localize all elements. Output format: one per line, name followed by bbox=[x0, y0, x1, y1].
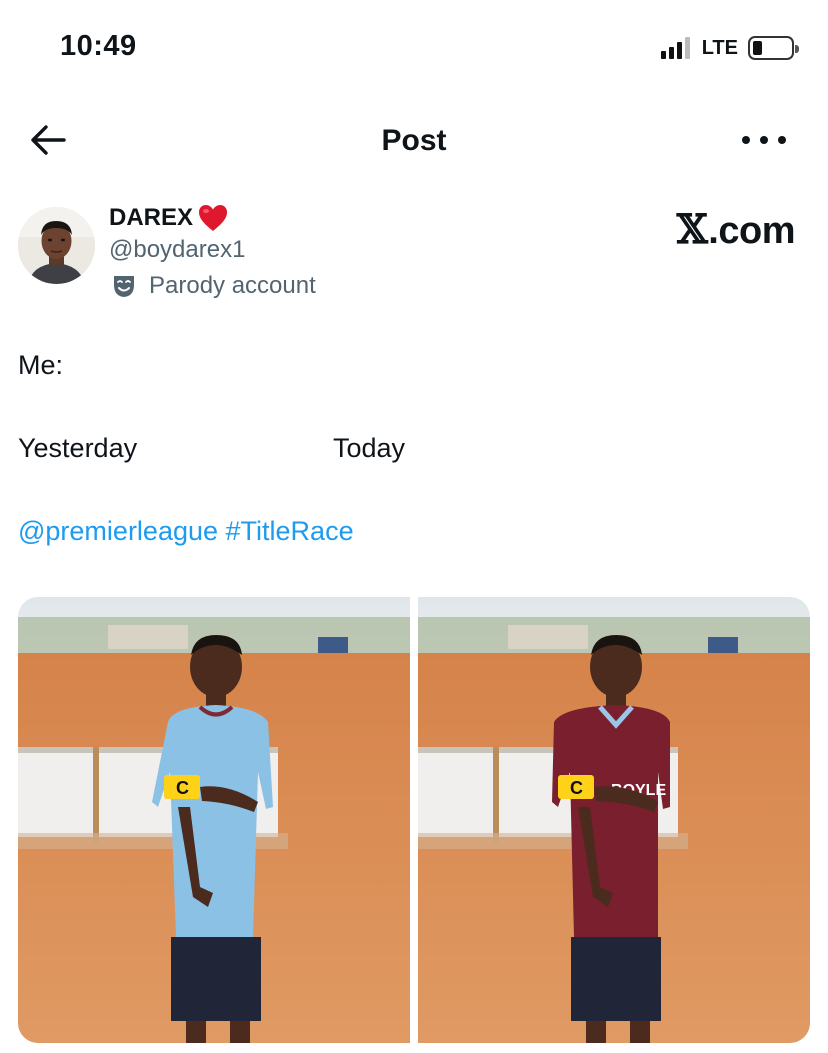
svg-text:C: C bbox=[176, 778, 189, 798]
network-label: LTE bbox=[701, 36, 738, 59]
status-bar: 10:49 LTE bbox=[0, 0, 828, 100]
page-title: Post bbox=[381, 124, 447, 157]
avatar[interactable] bbox=[18, 207, 95, 284]
ellipsis-icon[interactable] bbox=[742, 128, 786, 152]
x-com-watermark: 𝕏 .com bbox=[676, 206, 796, 253]
hashtag-link[interactable]: #TitleRace bbox=[226, 516, 354, 546]
theater-mask-icon bbox=[114, 276, 134, 297]
tweet-text-line-1: Me: bbox=[18, 350, 64, 380]
signal-icon bbox=[660, 37, 690, 59]
heart-emoji-icon bbox=[199, 205, 228, 231]
x-logo-icon: 𝕏 bbox=[676, 206, 708, 253]
tweet-label-today: Today bbox=[333, 433, 406, 463]
author-display-name[interactable]: DAREX bbox=[109, 203, 229, 233]
author-handle[interactable]: @boydarex1 bbox=[109, 236, 245, 264]
photo-left[interactable]: C bbox=[18, 597, 410, 1043]
svg-text:C: C bbox=[570, 778, 583, 798]
media-grid: C C BOYLE bbox=[18, 597, 810, 1043]
watermark-text: .com bbox=[708, 210, 795, 252]
status-time: 10:49 bbox=[60, 30, 137, 62]
mention-link[interactable]: @premierleague bbox=[18, 516, 218, 546]
author-name-text: DAREX bbox=[109, 204, 194, 231]
parody-label: Parody account bbox=[149, 272, 316, 299]
tweet-links: @premierleague #TitleRace bbox=[18, 516, 354, 547]
tweet-label-yesterday: Yesterday bbox=[18, 433, 138, 463]
parody-badge: Parody account bbox=[111, 272, 316, 300]
status-indicators: LTE bbox=[660, 36, 799, 60]
post-header: Post bbox=[0, 110, 828, 170]
photo-right[interactable]: C BOYLE bbox=[418, 597, 810, 1043]
battery-icon bbox=[748, 36, 799, 60]
